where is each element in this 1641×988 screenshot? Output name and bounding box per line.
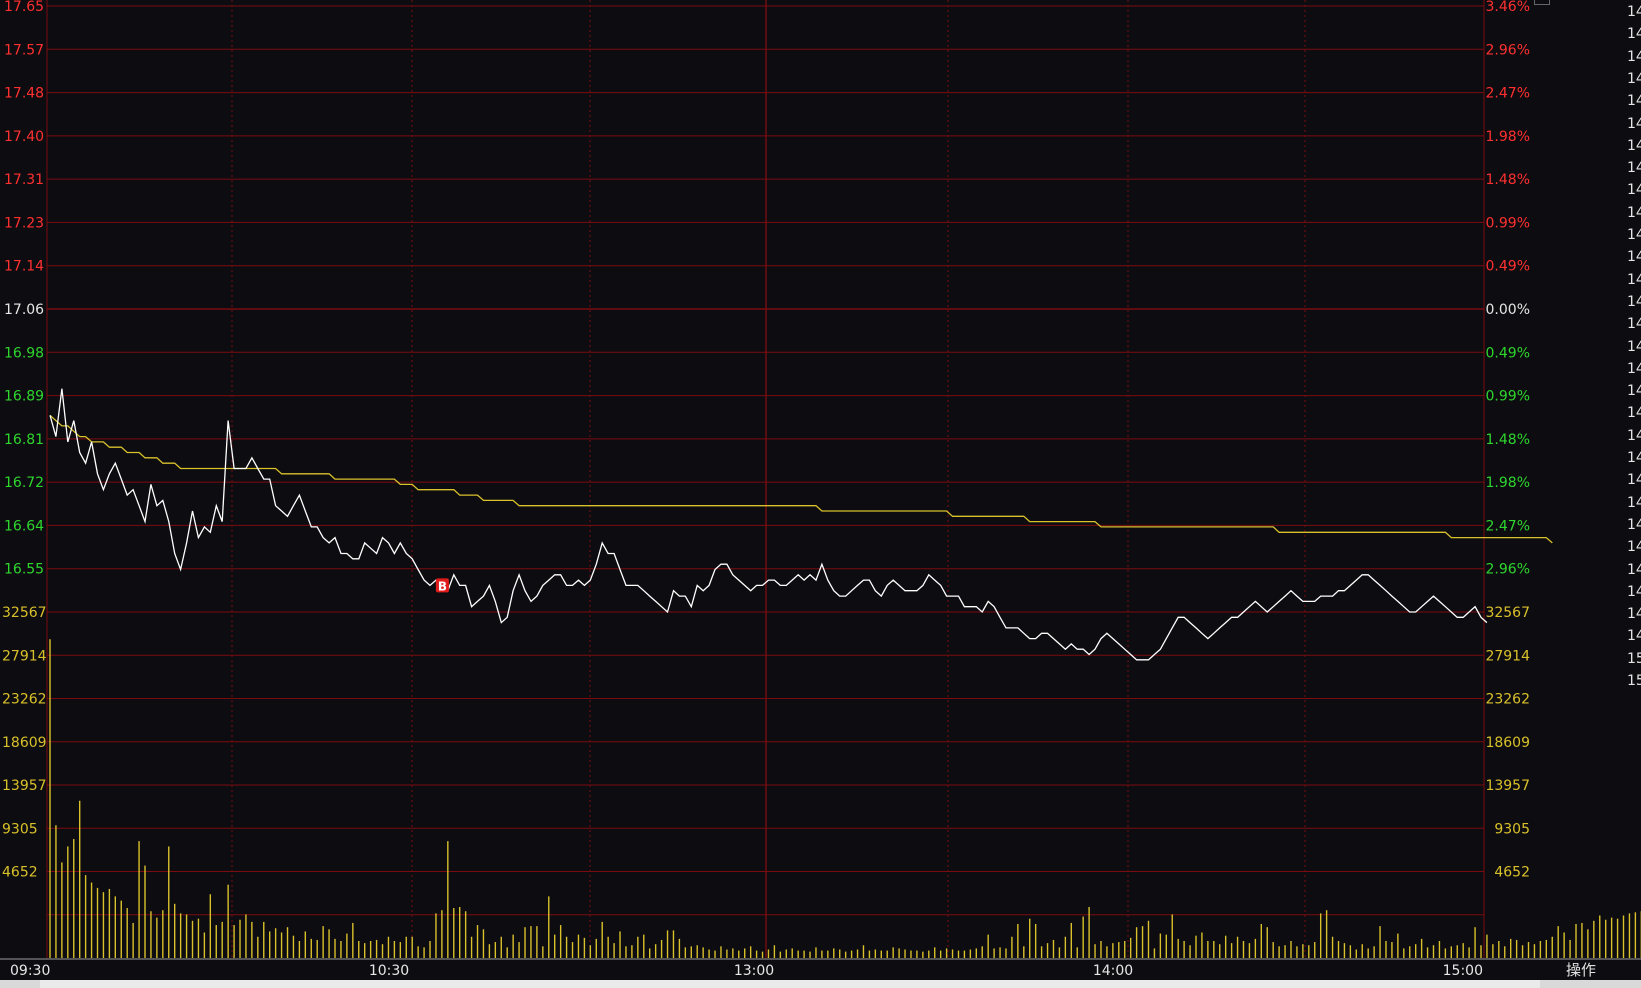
buy-marker-label: B [438, 579, 447, 593]
volume-tick-label-left: 23262 [2, 692, 47, 708]
percent-tick-label: 1.98% [1486, 129, 1530, 145]
volume-tick-label-right: 23262 [1485, 692, 1530, 708]
time-tick-label: 14:00 [1093, 963, 1133, 979]
edge-label: 14 [1627, 26, 1641, 43]
edge-label: 14 [1627, 316, 1641, 333]
price-tick-label: 16.55 [4, 562, 44, 578]
edge-label: 14 [1627, 249, 1641, 266]
edge-label: 15 [1627, 673, 1641, 689]
volume-bars [49, 639, 1641, 958]
price-tick-label: 17.14 [4, 259, 44, 275]
price-tick-label: 17.40 [4, 129, 44, 145]
edge-label: 14 [1627, 561, 1641, 578]
edge-label: 14 [1627, 606, 1641, 623]
average-price-line [49, 414, 1553, 544]
edge-label: 14 [1627, 360, 1641, 377]
intraday-chart[interactable]: B 17.65 17.57 17.48 17.40 17.31 17.23 17.14 17.… [0, 0, 1641, 988]
time-tick-label: 10:30 [369, 963, 409, 979]
percent-tick-label: 2.47% [1486, 86, 1530, 102]
edge-label: 14 [1627, 227, 1641, 243]
edge-label: 14 [1627, 93, 1641, 110]
edge-label: 14 [1627, 583, 1641, 600]
volume-tick-label-left: 4652 [2, 865, 38, 881]
time-tick-label: 09:30 [10, 963, 50, 979]
price-tick-label: 16.98 [4, 345, 44, 361]
edge-label: 14 [1627, 494, 1641, 511]
edge-label: 14 [1627, 516, 1641, 533]
price-tick-label: 16.89 [4, 389, 44, 405]
edge-label: 14 [1627, 4, 1641, 20]
edge-label: 14 [1627, 405, 1641, 422]
edge-label: 14 [1627, 427, 1641, 444]
edge-label: 14 [1627, 48, 1641, 65]
price-tick-label: 16.64 [4, 518, 44, 534]
price-tick-label: 17.65 [4, 0, 44, 15]
price-tick-label: 17.06 [4, 302, 44, 318]
percent-tick-label: 0.99% [1486, 389, 1530, 405]
edge-label: 14 [1627, 450, 1641, 466]
percent-tick-label: 3.46% [1486, 0, 1530, 15]
volume-tick-label-left: 13957 [2, 778, 47, 794]
volume-tick-label-left: 27914 [2, 648, 47, 664]
percent-tick-label: 2.96% [1486, 42, 1530, 58]
edge-label: 14 [1627, 383, 1641, 400]
edge-label: 14 [1627, 539, 1641, 556]
time-tick-label: 13:00 [734, 963, 774, 979]
price-series [49, 388, 1488, 661]
average-price-series [49, 414, 1553, 544]
percent-tick-label: 2.47% [1486, 518, 1530, 534]
percent-tick-label: 0.49% [1486, 345, 1530, 361]
volume-tick-label-right: 27914 [1485, 648, 1530, 664]
volume-tick-label-right: 32567 [1485, 605, 1530, 621]
volume-tick-label-left: 32567 [2, 605, 47, 621]
time-tick-label: 15:00 [1443, 963, 1483, 979]
grid-lines [0, 0, 1641, 960]
edge-label: 14 [1627, 271, 1641, 288]
volume-tick-label-right: 4652 [1494, 865, 1530, 881]
edge-label: 14 [1627, 70, 1641, 87]
percent-tick-label: 1.48% [1486, 172, 1530, 188]
volume-tick-label-right: 13957 [1485, 778, 1530, 794]
price-tick-label: 17.48 [4, 86, 44, 102]
price-tick-label: 16.72 [4, 475, 44, 491]
volume-tick-label-left: 9305 [2, 821, 38, 837]
edge-label: 14 [1627, 293, 1641, 310]
percent-tick-label: 0.00% [1486, 302, 1530, 318]
edge-label: 14 [1627, 182, 1641, 199]
price-line [49, 388, 1488, 661]
percent-tick-label: 2.96% [1486, 562, 1530, 578]
edge-label: 14 [1627, 115, 1641, 132]
edge-label: 14 [1627, 204, 1641, 221]
volume-tick-label-right: 9305 [1494, 821, 1530, 837]
edge-label: 14 [1627, 472, 1641, 489]
price-tick-label: 17.23 [4, 215, 44, 231]
volume-tick-label-right: 18609 [1485, 735, 1530, 751]
operation-button[interactable]: 操作 [1566, 959, 1596, 980]
price-tick-label: 17.31 [4, 172, 44, 188]
percent-tick-label: 1.48% [1486, 432, 1530, 448]
edge-label: 15 [1627, 650, 1641, 667]
window-control-icon[interactable] [1534, 0, 1550, 5]
edge-label: 14 [1627, 338, 1641, 355]
percent-tick-label: 1.98% [1486, 475, 1530, 491]
scrollbar-thumb[interactable] [40, 980, 1540, 988]
price-tick-label: 17.57 [4, 42, 44, 58]
horizontal-scrollbar[interactable] [0, 980, 1641, 988]
edge-label: 14 [1627, 160, 1641, 177]
volume-tick-label-left: 18609 [2, 735, 47, 751]
edge-label: 14 [1627, 137, 1641, 154]
price-tick-label: 16.81 [4, 432, 44, 448]
chart-canvas[interactable]: B 17.65 17.57 17.48 17.40 17.31 17.23 17.14 17.… [0, 0, 1641, 988]
edge-label: 14 [1627, 628, 1641, 645]
percent-tick-label: 0.49% [1486, 259, 1530, 275]
buy-marker[interactable]: B [435, 578, 449, 593]
percent-tick-label: 0.99% [1486, 215, 1530, 231]
